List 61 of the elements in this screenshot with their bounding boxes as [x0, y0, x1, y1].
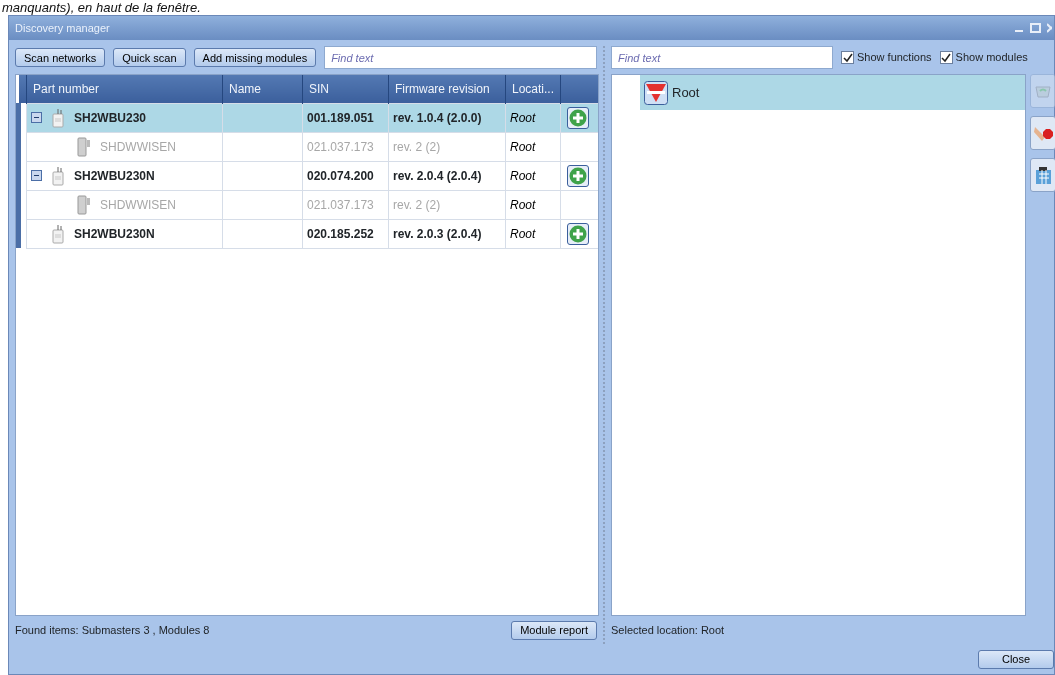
sensor-icon — [76, 136, 92, 157]
toolbar-button[interactable]: Add missing modules — [193, 48, 317, 67]
toolbar-button[interactable]: Scan networks — [15, 48, 106, 67]
module-report-button[interactable]: Module report — [511, 620, 597, 640]
module-row[interactable]: SH2WBU230N 020.074.200 rev. 2.0.4 (2.0.4) Root — [18, 161, 598, 190]
location-cell: Root — [505, 190, 561, 219]
sin-cell: 021.037.173 — [302, 132, 389, 161]
column-header[interactable]: SIN — [302, 75, 389, 103]
close-button[interactable]: Close — [978, 649, 1054, 669]
tree-node[interactable]: Root — [640, 75, 1025, 110]
part-number-text: SH2WBU230N — [74, 167, 155, 185]
column-header[interactable]: Name — [222, 75, 303, 103]
sin-cell: 020.185.252 — [302, 219, 389, 248]
part-number-text: SHDWWISEN — [100, 138, 176, 156]
firmware-cell: rev. 2.0.4 (2.0.4) — [388, 161, 506, 190]
part-number-text: SHDWWISEN — [100, 196, 176, 214]
tree-node-label: Root — [672, 83, 700, 102]
location-cell: Root — [505, 132, 561, 161]
firmware-cell: rev. 2 (2) — [388, 132, 506, 161]
document-caption: manquants), en haut de la fenêtre. — [1, 0, 202, 15]
sensor-icon — [76, 194, 92, 215]
add-module-button[interactable] — [567, 222, 589, 245]
location-cell: Root — [505, 219, 561, 248]
close-icon[interactable] — [1047, 23, 1052, 33]
checkbox[interactable] — [841, 51, 854, 64]
search-field[interactable]: Find text — [324, 46, 597, 69]
module-row[interactable]: SH2WBU230N 020.185.252 rev. 2.0.3 (2.0.4) Root — [18, 219, 598, 248]
side-tool-button[interactable] — [1030, 158, 1055, 192]
location-cell: Root — [505, 161, 561, 190]
location-cell: Root — [505, 103, 561, 132]
checkbox-label: Show functions — [857, 50, 932, 66]
sin-cell: 021.037.173 — [302, 190, 389, 219]
found-items-text: Found items: Submasters 3 , Modules 8 — [15, 622, 210, 638]
firmware-cell: rev. 2.0.3 (2.0.4) — [388, 219, 506, 248]
module-row[interactable]: SHDWWISEN 021.037.173 rev. 2 (2) Root — [18, 132, 598, 161]
add-module-button[interactable] — [567, 106, 589, 129]
device-icon — [50, 223, 66, 244]
sin-cell: 020.074.200 — [302, 161, 389, 190]
firmware-cell: rev. 1.0.4 (2.0.0) — [388, 103, 506, 132]
sin-cell: 001.189.051 — [302, 103, 389, 132]
checkbox-label: Show modules — [955, 50, 1028, 66]
logo-icon — [644, 80, 668, 105]
module-row[interactable]: SH2WBU230 001.189.051 rev. 1.0.4 (2.0.0) Root — [18, 103, 598, 132]
search-field[interactable]: Find text — [611, 46, 833, 69]
building-icon — [1033, 165, 1053, 185]
collapse-toggle[interactable] — [31, 112, 42, 123]
collapse-toggle[interactable] — [31, 170, 42, 181]
window-title: Discovery manager — [15, 20, 110, 36]
selected-location-text: Selected location: Root — [611, 622, 725, 638]
firmware-cell: rev. 2 (2) — [388, 190, 506, 219]
module-row[interactable]: SHDWWISEN 021.037.173 rev. 2 (2) Root — [18, 190, 598, 219]
part-number-text: SH2WBU230 — [74, 109, 147, 127]
device-icon — [50, 107, 66, 128]
column-header[interactable]: Part number — [26, 75, 223, 103]
add-module-button[interactable] — [567, 164, 589, 187]
toolbar-button[interactable]: Quick scan — [113, 48, 186, 67]
checkbox[interactable] — [939, 51, 953, 64]
device-icon — [50, 165, 66, 186]
column-header[interactable]: Firmware revision — [388, 75, 506, 103]
column-header[interactable]: Locati... — [505, 75, 561, 103]
part-number-text: SH2WBU230N — [74, 225, 155, 243]
